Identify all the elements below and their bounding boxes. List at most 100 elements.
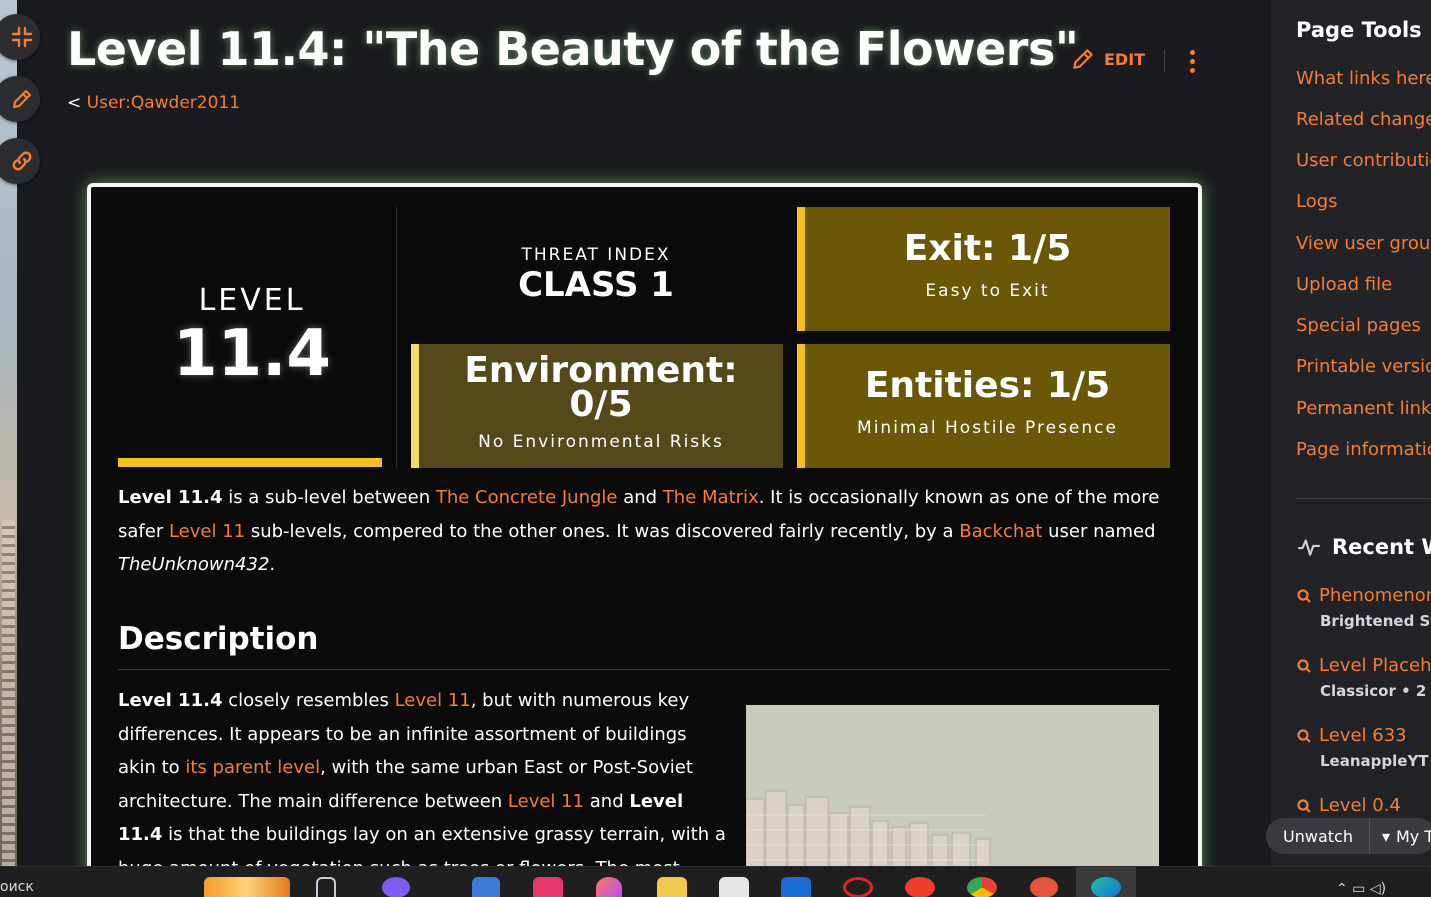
more-actions-button[interactable]	[1182, 50, 1202, 76]
recent-item[interactable]: Level 633 LeanappleYT •	[1296, 725, 1431, 770]
my-tools-button[interactable]: ▾ My Tools	[1370, 827, 1431, 846]
tool-printable-version[interactable]: Printable version	[1296, 356, 1431, 377]
assistant-app-icon[interactable]	[382, 877, 410, 897]
link-the-matrix[interactable]: The Matrix	[663, 487, 759, 508]
tool-view-user-groups[interactable]: View user groups	[1296, 233, 1431, 254]
exit-title: Exit: 1/5	[903, 228, 1072, 269]
tool-user-contributions[interactable]: User contributions	[1296, 150, 1431, 171]
tool-what-links-here[interactable]: What links here	[1296, 68, 1431, 89]
collapse-icon	[11, 26, 33, 48]
recent-item-title: Level 633	[1296, 725, 1431, 746]
unwatch-button[interactable]: Unwatch	[1266, 818, 1370, 854]
more-dot	[1189, 59, 1195, 64]
taskbar-search[interactable]: оиск	[0, 879, 34, 895]
breadcrumb-link[interactable]: User:Qawder2011	[87, 93, 240, 113]
yandex-app-icon[interactable]	[905, 877, 935, 897]
search-icon	[1297, 658, 1311, 673]
collapse-button[interactable]	[0, 14, 40, 60]
link-level-11[interactable]: Level 11	[395, 690, 471, 711]
level-number: 11.4	[173, 317, 331, 391]
fish-widget-icon[interactable]	[204, 877, 290, 897]
link-level-11[interactable]: Level 11	[169, 521, 245, 542]
edit-side-button[interactable]	[0, 76, 40, 122]
env-title-line2: 0/5	[569, 384, 633, 425]
header-divider	[1164, 50, 1165, 72]
env-desc: No Environmental Risks	[478, 432, 724, 452]
edit-button[interactable]: EDIT	[1070, 46, 1145, 72]
link-parent-level[interactable]: its parent level	[185, 757, 320, 778]
recent-item[interactable]: Phenomenon Brightened Stars	[1296, 585, 1431, 630]
store-app-icon[interactable]	[719, 877, 749, 897]
entities-desc: Minimal Hostile Presence	[857, 418, 1118, 438]
page-side-tools	[0, 14, 42, 200]
link-level-11[interactable]: Level 11	[508, 791, 584, 812]
recent-item[interactable]: Level 0.4	[1296, 795, 1401, 816]
text: is a sub-level between	[222, 487, 436, 508]
link-concrete-jungle[interactable]: The Concrete Jungle	[436, 487, 618, 508]
chrome-app-icon[interactable]	[967, 877, 997, 897]
breadcrumb: < User:Qawder2011	[67, 93, 240, 113]
page-title: Level 11.4: "The Beauty of the Flowers"	[67, 22, 1079, 76]
page-tools-heading: Page Tools	[1296, 18, 1422, 42]
text: and	[584, 790, 630, 812]
exit-desc: Easy to Exit	[925, 281, 1050, 301]
search-icon	[1297, 728, 1311, 743]
text: user named	[1042, 520, 1156, 542]
level-photo[interactable]	[746, 705, 1159, 875]
activity-icon	[1298, 539, 1320, 556]
recent-item-meta: Brightened Stars	[1320, 612, 1431, 630]
edge-app-icon[interactable]	[1091, 877, 1121, 897]
entities-title: Entities: 1/5	[864, 365, 1111, 406]
city-buildings-image	[746, 705, 1159, 875]
recent-item-title: Phenomenon	[1296, 585, 1431, 606]
breadcrumb-prefix: <	[67, 93, 87, 113]
photos-app-icon[interactable]	[472, 877, 500, 897]
section-divider	[118, 669, 1170, 670]
section-heading-description: Description	[118, 621, 319, 657]
threat-index: THREAT INDEX CLASS 1	[411, 207, 781, 332]
exit-rating: Exit: 1/5 Easy to Exit	[797, 207, 1170, 331]
infobox-divider	[396, 207, 397, 467]
level-underline	[118, 458, 382, 467]
file-explorer-icon[interactable]	[657, 877, 687, 897]
text: .	[269, 554, 276, 575]
edit-label: EDIT	[1104, 49, 1146, 69]
tool-page-information[interactable]: Page information	[1296, 439, 1431, 460]
chevron-down-icon: ▾	[1381, 826, 1390, 846]
tool-upload-file[interactable]: Upload file	[1296, 274, 1392, 295]
tool-permanent-link[interactable]: Permanent link	[1296, 398, 1431, 419]
mail-app-icon[interactable]	[533, 877, 563, 897]
more-dot	[1189, 68, 1195, 73]
recent-item-label: Level 0.4	[1319, 795, 1401, 816]
pencil-icon	[12, 89, 32, 109]
tool-logs[interactable]: Logs	[1296, 191, 1338, 212]
tool-special-pages[interactable]: Special pages	[1296, 315, 1421, 336]
recent-item-label: Level Placeholder	[1319, 655, 1431, 676]
recent-item[interactable]: Level Placeholder Classicor • 2 hours	[1296, 655, 1431, 700]
app-icon[interactable]	[1030, 877, 1058, 897]
recent-item-title: Level Placeholder	[1296, 655, 1431, 676]
paint-app-icon[interactable]	[596, 877, 622, 897]
recent-activity-heading: Recent Wiki Activity	[1332, 535, 1431, 559]
search-icon	[1297, 798, 1311, 813]
level-label: LEVEL	[198, 283, 306, 318]
task-view-icon[interactable]	[316, 877, 336, 897]
recent-item-title: Level 0.4	[1296, 795, 1401, 816]
search-icon	[1297, 588, 1311, 603]
system-tray-icons[interactable]: ⌃ ▭ ◁)	[1336, 881, 1386, 897]
more-dot	[1189, 50, 1195, 55]
tool-related-changes[interactable]: Related changes	[1296, 109, 1431, 130]
text: closely resembles	[222, 690, 395, 711]
watch-toolbar: Unwatch ▾ My Tools	[1266, 818, 1431, 854]
link-backchat[interactable]: Backchat	[959, 521, 1042, 542]
level-box: LEVEL 11.4	[118, 207, 386, 467]
text: and	[617, 487, 663, 508]
environment-rating: Environment: 0/5 No Environmental Risks	[411, 344, 783, 468]
threat-class: CLASS 1	[518, 265, 674, 305]
opera-app-icon[interactable]	[843, 877, 873, 897]
username-italic: TheUnknown432	[118, 554, 270, 575]
recent-item-label: Phenomenon	[1319, 585, 1431, 606]
recent-item-meta: LeanappleYT •	[1320, 752, 1431, 770]
link-side-button[interactable]	[0, 138, 40, 184]
outlook-app-icon[interactable]	[781, 877, 811, 897]
